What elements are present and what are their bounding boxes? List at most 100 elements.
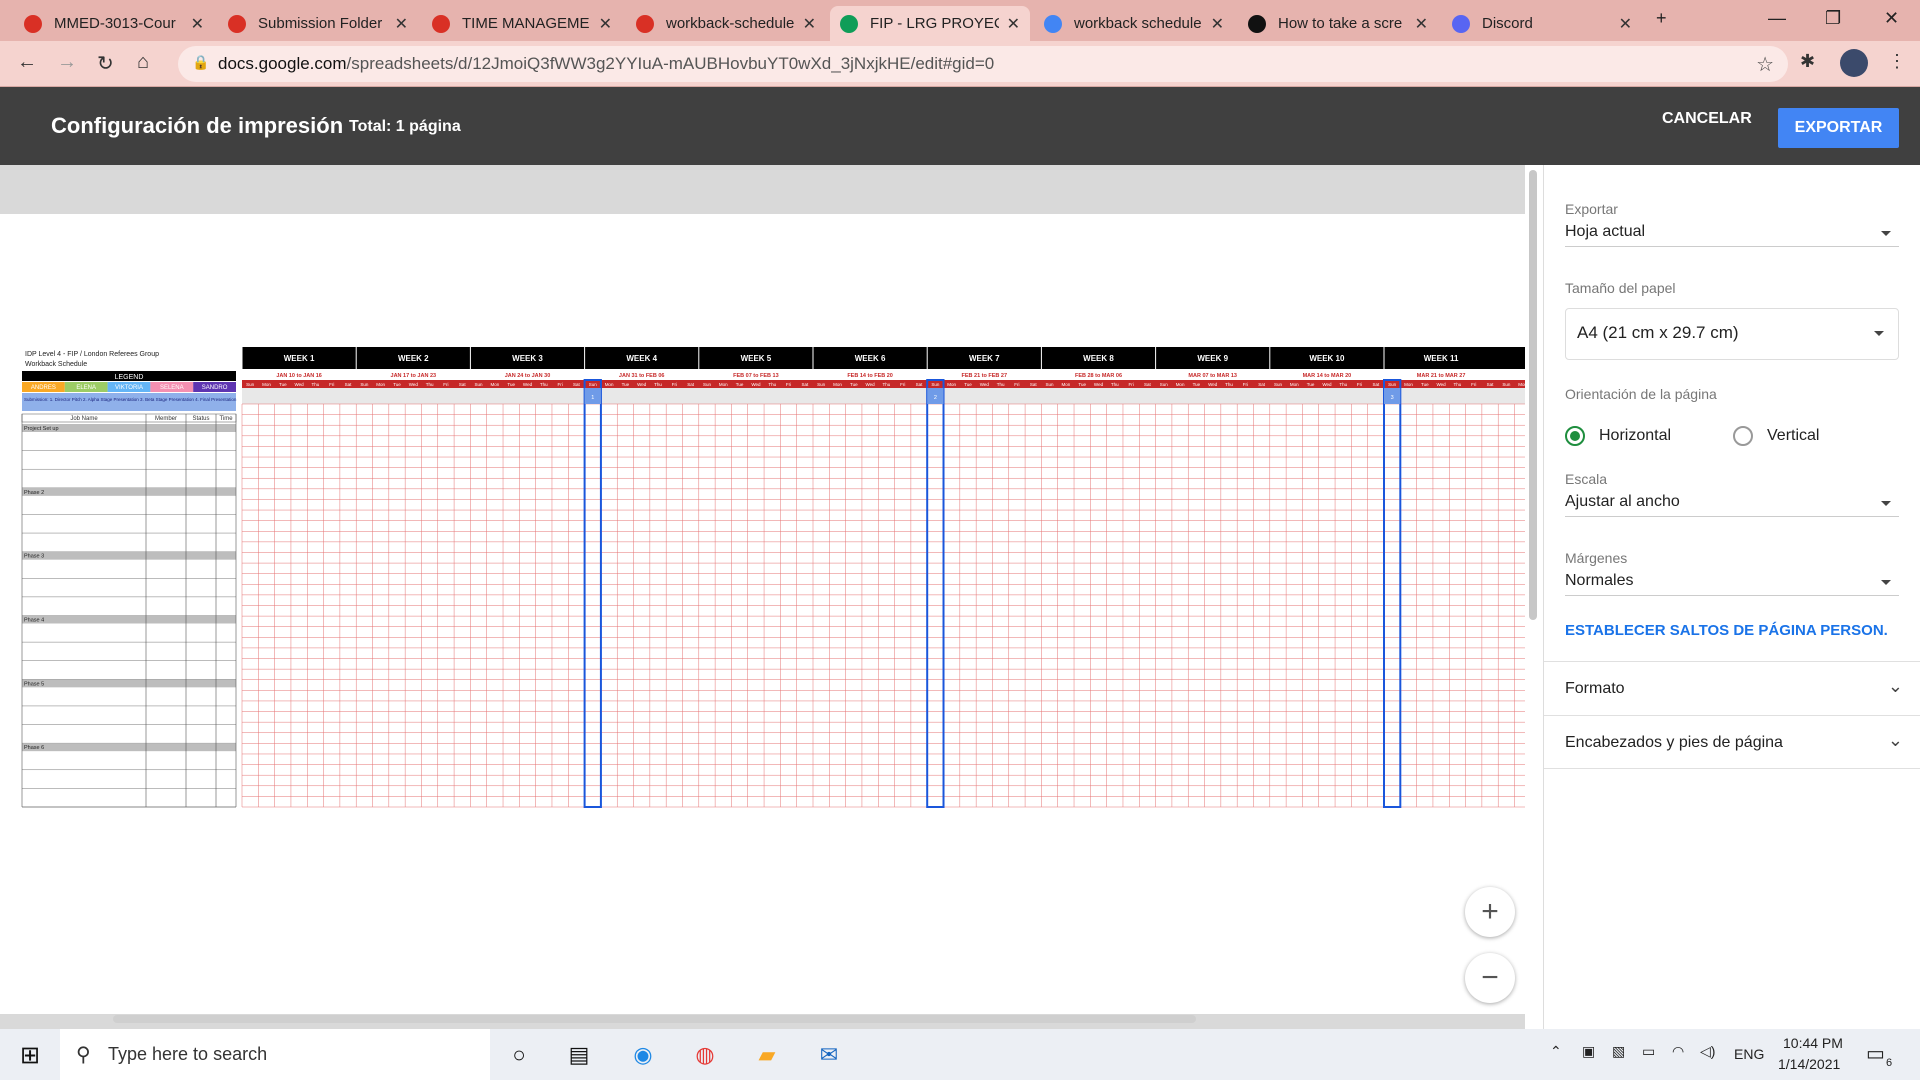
tab-title: TIME MANAGEME xyxy=(462,15,590,32)
phase-label: Phase 4 xyxy=(24,618,44,624)
day-label: Fri xyxy=(1357,382,1362,387)
day-label: Tue xyxy=(736,382,744,387)
minimize-icon[interactable]: — xyxy=(1768,8,1786,29)
browser-tab[interactable]: workback schedule ✕ xyxy=(1034,6,1234,41)
url-input[interactable]: 🔒 docs.google.com/spreadsheets/d/12JmoiQ… xyxy=(178,46,1788,82)
extensions-icon[interactable]: ✱ xyxy=(1800,51,1815,72)
day-label: Mon xyxy=(262,382,271,387)
clock-time[interactable]: 10:44 PM xyxy=(1783,1035,1843,1051)
zoom-out-button[interactable]: − xyxy=(1465,953,1515,1003)
cortana-icon[interactable]: ○ xyxy=(503,1039,535,1071)
tab-title: workback schedule xyxy=(1074,15,1202,32)
format-accordion[interactable]: Formato ⌄ xyxy=(1544,661,1920,715)
week-date-range: MAR 14 to MAR 20 xyxy=(1303,373,1352,379)
job-column-header: Member xyxy=(155,416,177,422)
day-label: Sun xyxy=(246,382,255,387)
horizontal-scrollbar[interactable] xyxy=(113,1015,1196,1023)
back-icon[interactable]: ← xyxy=(17,51,37,74)
zoom-in-button[interactable]: + xyxy=(1465,887,1515,937)
edge-icon[interactable]: ◉ xyxy=(627,1039,659,1071)
taskbar-search-input[interactable]: ⚲ Type here to search xyxy=(60,1029,490,1080)
browser-tab[interactable]: Submission Folder ✕ xyxy=(218,6,418,41)
print-settings-header: Configuración de impresión Total: 1 pági… xyxy=(0,87,1920,165)
export-button[interactable]: EXPORTAR xyxy=(1778,108,1899,148)
chrome-icon[interactable]: ◍ xyxy=(689,1039,721,1071)
orientation-vertical-radio[interactable]: Vertical xyxy=(1733,426,1819,446)
reload-icon[interactable]: ↻ xyxy=(97,51,114,76)
print-preview-area: IDP Level 4 - FIP / London Referees Grou… xyxy=(0,165,1537,1029)
address-bar: ← → ↻ ⌂ 🔒 docs.google.com/spreadsheets/d… xyxy=(0,41,1920,87)
owl-icon xyxy=(24,14,42,33)
browser-tab[interactable]: Discord ✕ xyxy=(1442,6,1642,41)
tab-close-icon[interactable]: ✕ xyxy=(191,14,204,34)
browser-tab[interactable]: TIME MANAGEME ✕ xyxy=(422,6,622,41)
home-icon[interactable]: ⌂ xyxy=(137,51,149,74)
day-label: Wed xyxy=(637,382,647,387)
g-icon xyxy=(1248,14,1266,33)
tab-close-icon[interactable]: ✕ xyxy=(1007,14,1020,34)
margins-select[interactable]: Normales xyxy=(1565,566,1899,596)
tray-device-icon[interactable]: ▣ xyxy=(1582,1043,1595,1060)
dropdown-arrow-icon xyxy=(1874,331,1884,336)
tab-close-icon[interactable]: ✕ xyxy=(803,14,816,34)
day-label: Sat xyxy=(916,382,924,387)
orientation-horizontal-radio[interactable]: Horizontal xyxy=(1565,426,1671,446)
tab-close-icon[interactable]: ✕ xyxy=(1211,14,1224,34)
legend-member-name: ANDRES xyxy=(31,385,56,391)
task-view-icon[interactable]: ▤ xyxy=(563,1039,595,1071)
week-label: WEEK 1 xyxy=(284,354,315,363)
day-label: Sun xyxy=(703,382,712,387)
week-date-range: FEB 28 to MAR 06 xyxy=(1075,373,1122,379)
tray-chevron-icon[interactable]: ⌃ xyxy=(1550,1043,1562,1060)
windows-start-icon[interactable]: ⊞ xyxy=(14,1039,46,1071)
radio-unselected-icon xyxy=(1733,426,1753,446)
day-label: Sat xyxy=(801,382,809,387)
day-label: Sat xyxy=(1372,382,1380,387)
day-label: Tue xyxy=(622,382,630,387)
battery-icon[interactable]: ▭ xyxy=(1642,1043,1655,1060)
phase-row xyxy=(22,615,236,624)
file-explorer-icon[interactable]: ▰ xyxy=(751,1039,783,1071)
browser-tab[interactable]: MMED-3013-Cour ✕ xyxy=(14,6,214,41)
browser-tab[interactable]: How to take a scre ✕ xyxy=(1238,6,1438,41)
cancel-button[interactable]: CANCELAR xyxy=(1662,110,1752,128)
job-column-header: Status xyxy=(192,416,209,422)
browser-tab[interactable]: FIP - LRG PROYECT ✕ xyxy=(830,6,1030,41)
restore-icon[interactable]: ❐ xyxy=(1825,8,1841,29)
clock-date[interactable]: 1/14/2021 xyxy=(1778,1056,1840,1072)
browser-tab[interactable]: workback-schedule ✕ xyxy=(626,6,826,41)
profile-avatar[interactable] xyxy=(1840,49,1868,77)
mail-icon[interactable]: ✉ xyxy=(813,1039,845,1071)
phase-label: Phase 3 xyxy=(24,554,44,560)
day-label: Wed xyxy=(751,382,761,387)
volume-icon[interactable]: ◁) xyxy=(1700,1043,1715,1060)
forward-icon[interactable]: → xyxy=(57,51,77,74)
tab-close-icon[interactable]: ✕ xyxy=(599,14,612,34)
menu-dots-icon[interactable]: ⋮ xyxy=(1888,51,1906,72)
export-label: Exportar xyxy=(1565,201,1618,217)
tray-app-icon[interactable]: ▧ xyxy=(1612,1043,1625,1060)
bookmark-star-icon[interactable]: ☆ xyxy=(1756,52,1774,77)
day-label: Sun xyxy=(1160,382,1169,387)
tab-close-icon[interactable]: ✕ xyxy=(395,14,408,34)
day-label: Sun xyxy=(1274,382,1283,387)
legend-label: LEGEND xyxy=(115,374,144,381)
new-tab-button[interactable]: + xyxy=(1656,8,1667,29)
day-label: Sat xyxy=(1030,382,1038,387)
wifi-icon[interactable]: ◠ xyxy=(1672,1043,1684,1060)
tab-close-icon[interactable]: ✕ xyxy=(1619,14,1632,34)
tab-close-icon[interactable]: ✕ xyxy=(1415,14,1428,34)
day-label: Sat xyxy=(1258,382,1266,387)
chevron-down-icon: ⌄ xyxy=(1887,676,1903,696)
notifications-icon[interactable]: ▭ xyxy=(1866,1041,1885,1066)
close-window-icon[interactable]: ✕ xyxy=(1884,8,1899,29)
headers-footers-accordion[interactable]: Encabezados y pies de página ⌄ xyxy=(1544,715,1920,769)
week-date-range: JAN 31 to FEB 06 xyxy=(619,373,665,379)
language-indicator[interactable]: ENG xyxy=(1734,1046,1764,1062)
export-select[interactable]: Hoja actual xyxy=(1565,217,1899,247)
paper-size-select[interactable]: A4 (21 cm x 29.7 cm) xyxy=(1565,308,1899,360)
scale-select[interactable]: Ajustar al ancho xyxy=(1565,487,1899,517)
day-label: Fri xyxy=(900,382,905,387)
vertical-scrollbar[interactable] xyxy=(1529,170,1537,620)
custom-page-breaks-link[interactable]: ESTABLECER SALTOS DE PÁGINA PERSON. xyxy=(1565,622,1888,639)
